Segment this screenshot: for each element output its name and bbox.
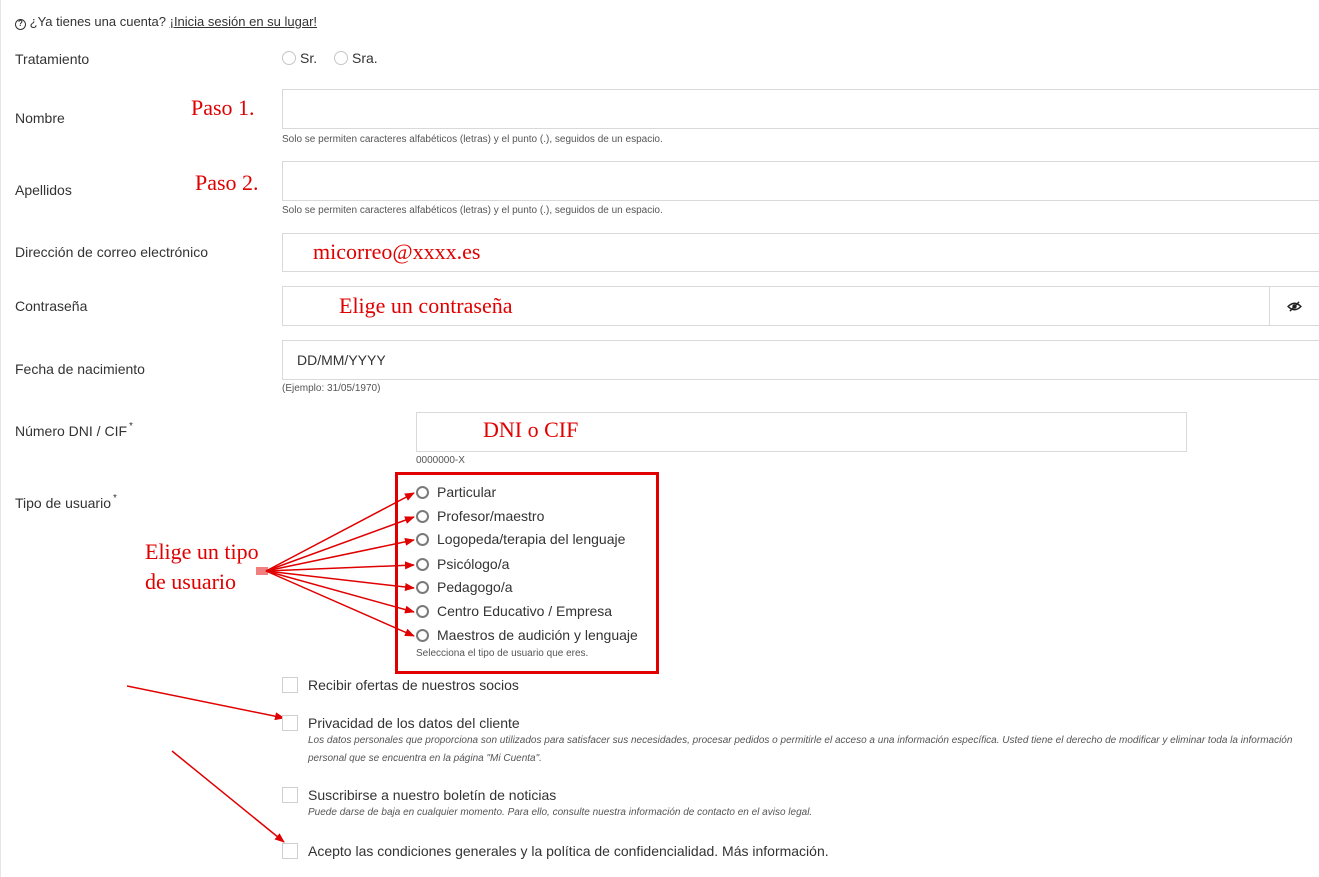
radio-logopeda[interactable]: Logopeda/terapia del lenguaje	[416, 531, 625, 547]
arrow-to-psicologo	[265, 561, 415, 572]
radio-psicologo[interactable]: Psicólogo/a	[416, 556, 509, 572]
arrow-to-logopeda	[265, 537, 415, 572]
radio-circle[interactable]	[282, 51, 296, 65]
radio-circle[interactable]	[416, 628, 429, 642]
radio-circle[interactable]	[416, 485, 429, 499]
birthdate-field[interactable]	[282, 340, 1319, 380]
required-mark: *	[129, 421, 133, 432]
birthdate-label: Fecha de nacimiento	[15, 361, 145, 377]
radio-circle[interactable]	[334, 51, 348, 65]
login-prompt: ? ¿Ya tienes una cuenta? ¡Inicia sesión …	[15, 14, 317, 30]
radio-circle[interactable]	[416, 604, 429, 618]
annotation-highlight-box	[395, 472, 659, 674]
apellidos-hint: Solo se permiten caracteres alfabéticos …	[282, 205, 663, 216]
checkbox-ofertas-label: Recibir ofertas de nuestros socios	[308, 677, 519, 693]
annotation-tipo-usuario: Elige un tipo de usuario	[145, 537, 259, 597]
left-border	[0, 0, 1, 877]
password-label: Contraseña	[15, 298, 88, 314]
tipo-usuario-label: Tipo de usuario *	[15, 493, 117, 511]
radio-profesor-label: Profesor/maestro	[437, 508, 545, 524]
annotation-tipo-line2: de usuario	[145, 569, 237, 594]
radio-maestros-audicion-label: Maestros de audición y lenguaje	[437, 627, 638, 643]
checkbox-privacidad[interactable]	[282, 715, 298, 731]
arrow-origin-marker	[256, 567, 268, 575]
radio-circle[interactable]	[416, 580, 429, 594]
checkbox-ofertas[interactable]	[282, 677, 298, 693]
birthdate-input[interactable]	[283, 341, 1319, 379]
login-question: ¿Ya tienes una cuenta?	[29, 14, 166, 29]
radio-sra[interactable]: Sra.	[334, 50, 378, 66]
email-label: Dirección de correo electrónico	[15, 244, 208, 260]
annotation-email: micorreo@xxxx.es	[313, 239, 481, 264]
annotation-password: Elige un contraseña	[339, 293, 513, 318]
checkbox-boletin-desc: Puede darse de baja en cualquier momento…	[308, 807, 813, 818]
nombre-input[interactable]	[283, 90, 1319, 128]
login-link[interactable]: ¡Inicia sesión en su lugar!	[170, 14, 317, 29]
radio-sra-label: Sra.	[352, 50, 378, 66]
annotation-paso2: Paso 2.	[195, 170, 259, 195]
dni-label: Número DNI / CIF *	[15, 421, 133, 439]
annotation-dni: DNI o CIF	[483, 417, 579, 442]
arrow-to-privacidad	[126, 685, 285, 721]
radio-circle[interactable]	[416, 557, 429, 571]
eye-slash-icon	[1287, 300, 1302, 312]
nombre-field[interactable]	[282, 89, 1319, 129]
arrow-to-condiciones	[171, 750, 285, 843]
question-circle-icon: ?	[15, 19, 26, 30]
toggle-password-button[interactable]	[1269, 287, 1319, 325]
arrow-to-maestros	[265, 570, 415, 637]
radio-centro-educativo-label: Centro Educativo / Empresa	[437, 603, 613, 619]
radio-particular-label: Particular	[437, 484, 497, 500]
radio-psicologo-label: Psicólogo/a	[437, 556, 510, 572]
tipo-usuario-hint: Selecciona el tipo de usuario que eres.	[416, 648, 589, 659]
radio-sr-label: Sr.	[300, 50, 318, 66]
nombre-hint: Solo se permiten caracteres alfabéticos …	[282, 134, 663, 145]
apellidos-label: Apellidos	[15, 182, 72, 198]
required-mark: *	[112, 493, 117, 504]
radio-profesor[interactable]: Profesor/maestro	[416, 508, 544, 524]
dni-hint: 0000000-X	[416, 455, 465, 466]
annotation-tipo-line1: Elige un tipo	[145, 539, 259, 564]
nombre-label: Nombre	[15, 110, 65, 126]
checkbox-privacidad-label: Privacidad de los datos del cliente	[308, 715, 520, 731]
arrow-to-particular	[265, 492, 415, 572]
radio-circle[interactable]	[416, 509, 429, 523]
birthdate-hint: (Ejemplo: 31/05/1970)	[282, 383, 381, 394]
radio-particular[interactable]: Particular	[416, 484, 496, 500]
radio-maestros-audicion[interactable]: Maestros de audición y lenguaje	[416, 627, 638, 643]
checkbox-boletin-label: Suscribirse a nuestro boletín de noticia…	[308, 787, 557, 803]
radio-sr[interactable]: Sr.	[282, 50, 317, 66]
radio-circle[interactable]	[416, 532, 429, 546]
dni-label-text: Número DNI / CIF	[15, 423, 128, 439]
arrow-to-profesor	[265, 516, 415, 572]
radio-pedagogo-label: Pedagogo/a	[437, 579, 513, 595]
tipo-usuario-label-text: Tipo de usuario	[15, 495, 111, 511]
annotation-paso1: Paso 1.	[191, 95, 255, 120]
apellidos-field[interactable]	[282, 161, 1319, 201]
checkbox-condiciones[interactable]	[282, 843, 298, 859]
checkbox-privacidad-desc: Los datos personales que proporciona son…	[308, 735, 1293, 764]
tratamiento-label: Tratamiento	[15, 51, 90, 67]
radio-pedagogo[interactable]: Pedagogo/a	[416, 579, 513, 595]
checkbox-condiciones-label: Acepto las condiciones generales y la po…	[308, 843, 829, 859]
apellidos-input[interactable]	[283, 162, 1319, 200]
radio-centro-educativo[interactable]: Centro Educativo / Empresa	[416, 603, 612, 619]
arrow-to-pedagogo	[265, 570, 415, 591]
radio-logopeda-label: Logopeda/terapia del lenguaje	[437, 531, 626, 547]
arrow-to-centro	[265, 570, 415, 614]
checkbox-boletin[interactable]	[282, 787, 298, 803]
